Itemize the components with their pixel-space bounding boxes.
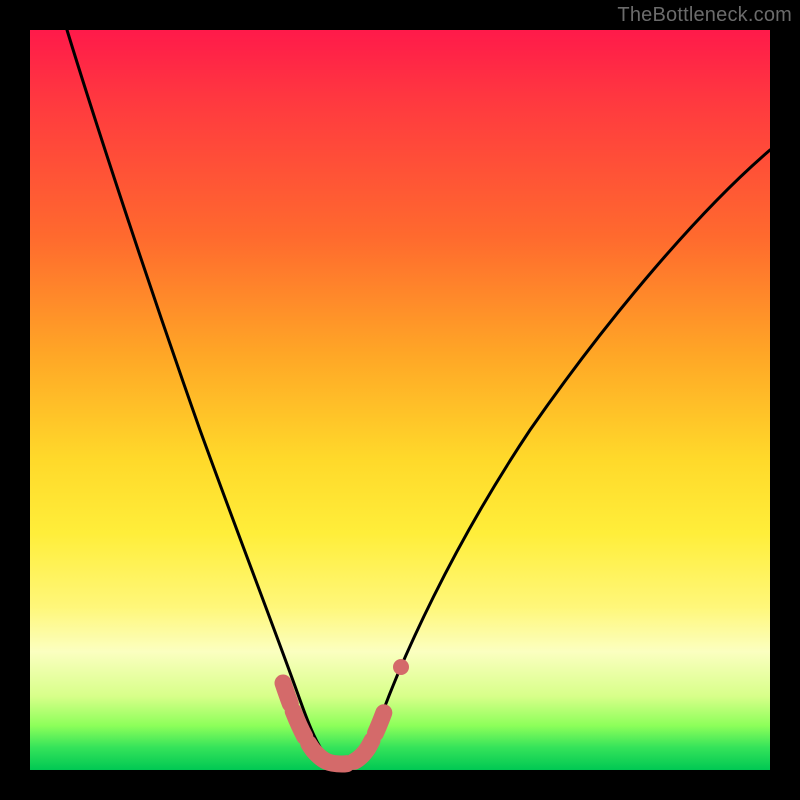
watermark-text: TheBottleneck.com xyxy=(617,4,792,27)
chart-plot-area xyxy=(30,30,770,770)
bottleneck-curve xyxy=(67,30,770,762)
chart-frame: TheBottleneck.com xyxy=(0,0,800,800)
highlight-dot xyxy=(393,659,409,675)
chart-svg xyxy=(30,30,770,770)
